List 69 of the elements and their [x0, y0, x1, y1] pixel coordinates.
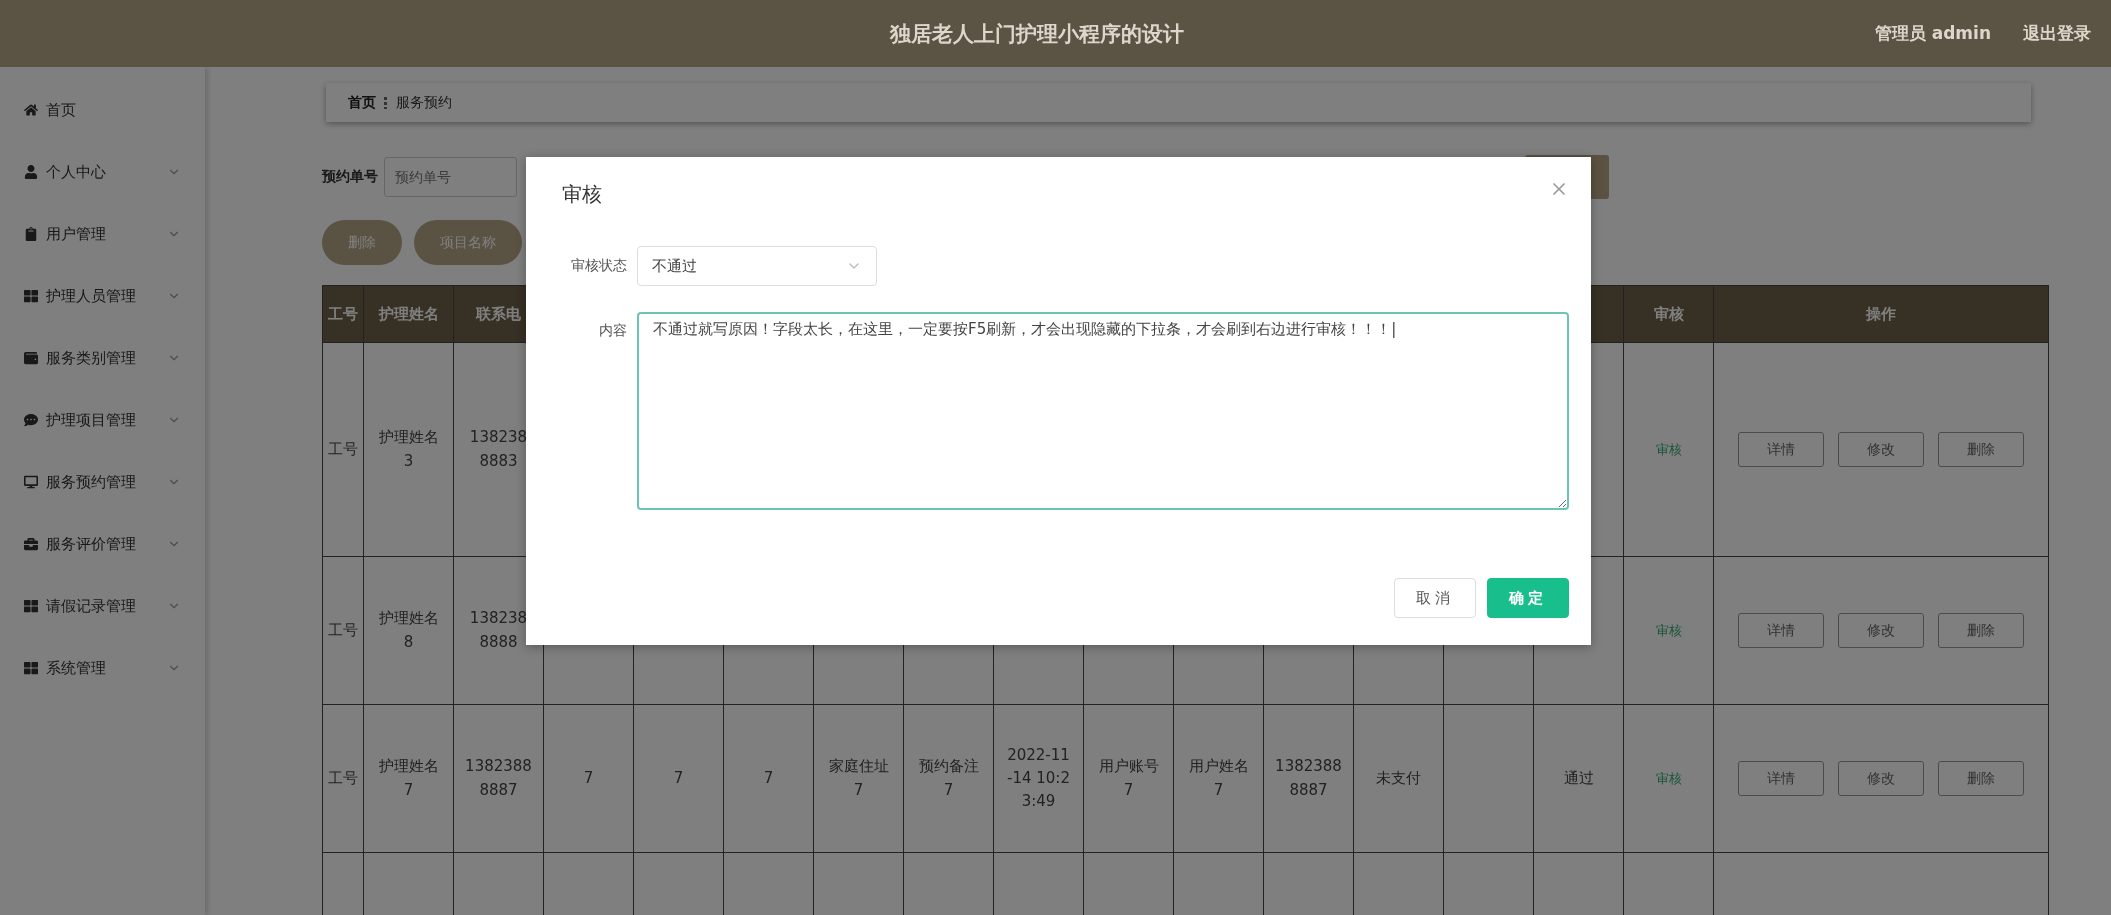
row-action-button[interactable]: 删除 — [1938, 613, 2024, 648]
table-cell: 工号 — [322, 704, 364, 853]
row-action-button[interactable]: 详情 — [1738, 432, 1824, 467]
table-cell: 护理姓名 7 — [363, 704, 454, 853]
status-select[interactable]: 不通过 — [637, 246, 877, 286]
table-cell: 工号 — [322, 342, 364, 557]
table-cell: 7 — [543, 704, 634, 853]
sidebar-item[interactable]: 个人中心 — [0, 141, 205, 203]
grid-icon — [24, 289, 38, 303]
column-header: 工号 — [322, 285, 364, 343]
app-title: 独居老人上门护理小程序的设计 — [888, 20, 1186, 48]
table-cell: 家庭住址 7 — [813, 704, 904, 853]
breadcrumb-link[interactable]: 首页 — [348, 93, 376, 112]
cancel-button[interactable]: 取消 — [1394, 578, 1476, 618]
dialog-title: 审核 — [562, 181, 602, 208]
sidebar-item[interactable]: 首页 — [0, 79, 205, 141]
table-cell: 1382388 8887 — [453, 704, 544, 853]
row-action-button[interactable]: 详情 — [1738, 613, 1824, 648]
row-action-button[interactable]: 修改 — [1838, 613, 1924, 648]
field-label: 审核状态 — [570, 257, 627, 275]
content-field[interactable]: 不通过就写原因！字段太长，在这里，一定要按F5刷新，才会出现隐藏的下拉条，才会刷到右边进行审核！！！| — [637, 312, 1569, 510]
chat-icon — [24, 413, 38, 427]
wallet-icon — [24, 351, 38, 365]
sidebar-item[interactable]: 服务评价管理 — [0, 513, 205, 575]
sidebar-item[interactable]: 护理人员管理 — [0, 265, 205, 327]
grid-icon — [24, 599, 38, 613]
row-action-button[interactable]: 删除 — [1938, 432, 2024, 467]
table-cell: 1382388 8887 — [1263, 704, 1354, 853]
review-link[interactable]: 审核 — [1655, 622, 1682, 638]
field-label: 内容 — [598, 321, 627, 340]
column-header: 护理姓名 — [363, 285, 454, 343]
sidebar-item[interactable]: 服务类别管理 — [0, 327, 205, 389]
row-action-button[interactable]: 修改 — [1838, 761, 1924, 796]
sidebar-item[interactable]: 服务预约管理 — [0, 451, 205, 513]
sidebar-item[interactable]: 用户管理 — [0, 203, 205, 265]
column-header: 操作 — [1713, 285, 2049, 343]
table-cell: 工号 — [322, 556, 364, 705]
table-cell: 7 — [723, 704, 814, 853]
sidebar-item[interactable]: 护理项目管理 — [0, 389, 205, 451]
logout-link[interactable]: 退出登录 — [2023, 22, 2091, 45]
table-cell: 7 — [633, 704, 724, 853]
review-link[interactable]: 审核 — [1655, 770, 1682, 786]
person-icon — [24, 165, 38, 179]
breadcrumb-current: 服务预约 — [396, 93, 452, 112]
review-link[interactable]: 审核 — [1655, 441, 1682, 457]
confirm-button[interactable]: 确定 — [1487, 578, 1569, 618]
table-cell: 用户姓名 7 — [1173, 704, 1264, 853]
briefcase-icon — [24, 537, 38, 551]
table-cell: 2022-11 -14 10:2 3:49 — [993, 704, 1084, 853]
row-action-button[interactable]: 修改 — [1838, 432, 1924, 467]
row-action-button[interactable]: 删除 — [1938, 761, 2024, 796]
home-icon — [24, 103, 38, 117]
input-field[interactable]: 预约单号 — [384, 157, 517, 197]
table-cell: 用户账号 7 — [1083, 704, 1174, 853]
table-cell: 未支付 — [1353, 704, 1444, 853]
clipboard-icon — [24, 227, 38, 241]
sidebar-item[interactable]: 请假记录管理 — [0, 575, 205, 637]
table-cell: 护理姓名 8 — [363, 556, 454, 705]
user-name: 管理员 admin — [1874, 22, 1991, 45]
table-cell: 预约备注 7 — [903, 704, 994, 853]
separator-icon — [384, 96, 388, 109]
grid-icon — [24, 661, 38, 675]
row-action-button[interactable]: 详情 — [1738, 761, 1824, 796]
field-label: 预约单号 — [322, 168, 378, 186]
column-header: 审核 — [1623, 285, 1714, 343]
sidebar-item[interactable]: 系统管理 — [0, 637, 205, 699]
monitor-icon — [24, 475, 38, 489]
table-cell: 护理姓名 3 — [363, 342, 454, 557]
table-cell: 通过 — [1533, 704, 1624, 853]
